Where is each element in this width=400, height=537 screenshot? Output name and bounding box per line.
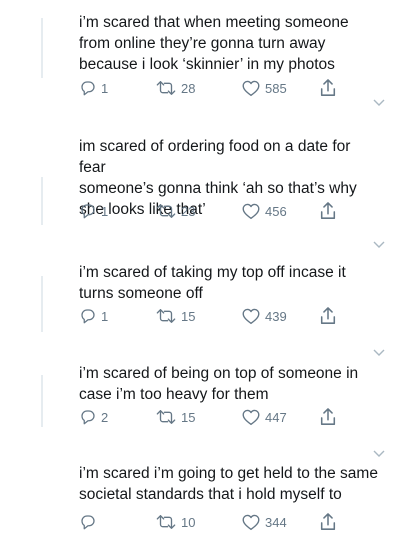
thread-line (41, 375, 43, 427)
retweet-button[interactable]: 15 (155, 408, 195, 426)
reply-button[interactable]: 1 (79, 202, 108, 220)
tweet-actions: 2 15 447 (79, 407, 349, 427)
tweet-text: i’m scared that when meeting someone fro… (79, 14, 349, 73)
reply-icon (81, 81, 95, 96)
like-count: 439 (265, 308, 287, 324)
heart-icon (242, 308, 260, 325)
like-button[interactable]: 439 (241, 307, 287, 325)
tweet-text: i’m scared of taking my top off incase i… (79, 264, 346, 302)
like-count: 447 (265, 409, 287, 425)
tweet-thread: i’m scared that when meeting someone fro… (0, 0, 400, 537)
heart-icon (242, 514, 260, 531)
reply-button[interactable]: 2 (79, 408, 108, 426)
thread-line (41, 18, 43, 78)
share-icon (320, 408, 336, 425)
tweet[interactable]: i’m scared of taking my top off incase i… (0, 248, 400, 356)
tweet-actions: 1 15 439 (79, 306, 349, 326)
reply-icon (81, 515, 95, 530)
retweet-count: 15 (181, 308, 196, 324)
heart-icon (242, 409, 260, 426)
share-button[interactable] (319, 201, 337, 221)
like-button[interactable]: 447 (241, 408, 287, 426)
retweet-icon (156, 81, 176, 95)
retweet-icon (156, 410, 176, 424)
reply-icon (81, 204, 95, 219)
like-button[interactable]: 456 (241, 202, 287, 220)
tweet-actions: 1 23 456 (79, 201, 349, 221)
tweet[interactable]: i’m scared of being on top of someone in… (0, 355, 400, 462)
like-count: 585 (265, 80, 287, 96)
share-icon (320, 79, 336, 96)
reply-count: 2 (101, 409, 109, 425)
retweet-button[interactable]: 28 (155, 79, 195, 97)
share-icon (320, 307, 336, 324)
share-button[interactable] (319, 407, 337, 427)
tweet[interactable]: im scared of ordering food on a date for… (0, 107, 400, 248)
heart-icon (242, 80, 260, 97)
reply-button[interactable]: 1 (79, 79, 108, 97)
reply-count: 1 (101, 80, 109, 96)
retweet-icon (156, 204, 176, 218)
share-button[interactable] (319, 78, 337, 98)
tweet[interactable]: i’m scared i’m going to get held to the … (0, 455, 400, 537)
reply-count: 1 (101, 308, 109, 324)
reply-count: 1 (101, 203, 109, 219)
retweet-button[interactable]: 15 (155, 307, 195, 325)
like-button[interactable]: 585 (241, 79, 287, 97)
reply-button[interactable]: 1 (79, 307, 108, 325)
tweet[interactable]: i’m scared that when meeting someone fro… (0, 0, 400, 107)
tweet-text: i’m scared i’m going to get held to the … (79, 465, 378, 503)
retweet-count: 28 (181, 80, 196, 96)
thread-line (41, 276, 43, 332)
retweet-count: 10 (181, 514, 196, 530)
retweet-count: 23 (181, 203, 196, 219)
share-icon (320, 513, 336, 530)
tweet-actions: 1 28 585 (79, 78, 349, 98)
heart-icon (242, 203, 260, 220)
reply-icon (81, 410, 95, 425)
retweet-button[interactable]: 23 (155, 202, 195, 220)
like-count: 344 (265, 514, 287, 530)
like-button[interactable]: 344 (241, 513, 287, 531)
retweet-count: 15 (181, 409, 196, 425)
share-button[interactable] (319, 512, 337, 532)
like-count: 456 (265, 203, 287, 219)
retweet-icon (156, 309, 176, 323)
reply-button[interactable] (79, 513, 101, 531)
share-button[interactable] (319, 306, 337, 326)
share-icon (320, 202, 336, 219)
retweet-button[interactable]: 10 (155, 513, 195, 531)
tweet-text: i’m scared of being on top of someone in… (79, 365, 359, 403)
reply-icon (81, 309, 95, 324)
thread-line (41, 177, 43, 225)
retweet-icon (156, 515, 176, 529)
tweet-actions: 10 344 (79, 512, 349, 532)
